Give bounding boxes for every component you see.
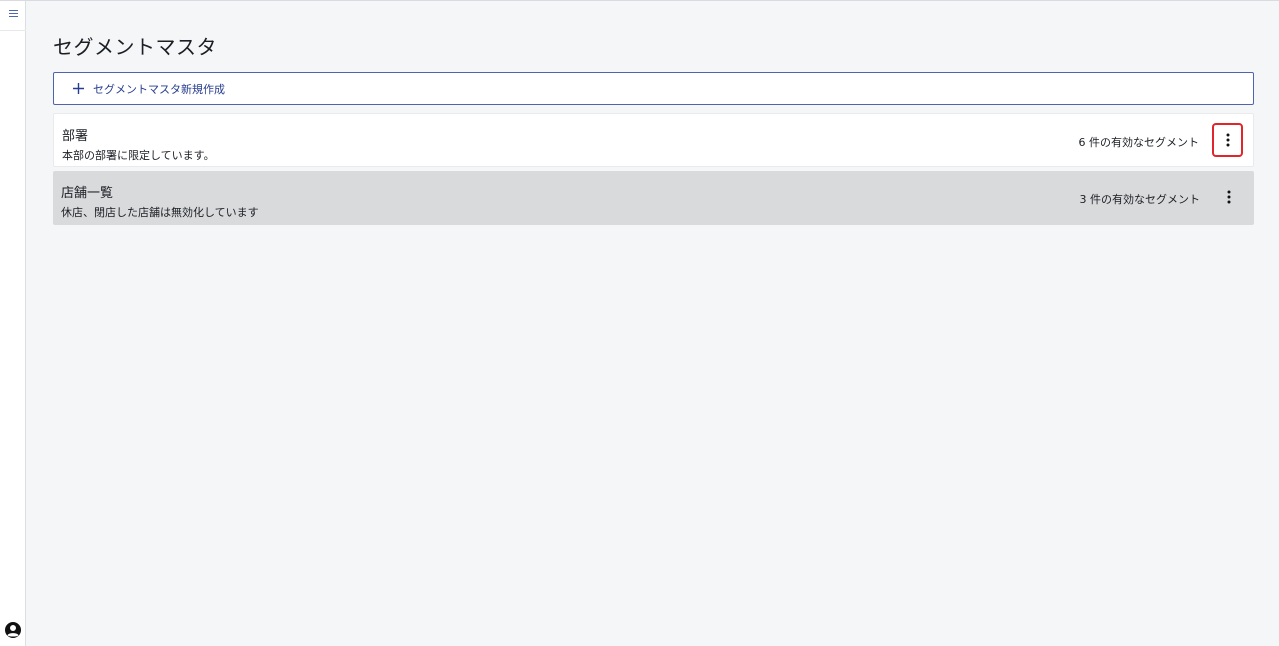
segment-master-description: 本部の部署に限定しています。 xyxy=(62,149,215,162)
more-vertical-icon xyxy=(1226,133,1229,147)
segment-master-name: 部署 xyxy=(62,129,89,144)
segment-master-row[interactable]: 店舗一覧 休店、閉店した店舗は無効化しています 3 件の有効なセグメント xyxy=(53,171,1254,225)
row-menu-button[interactable] xyxy=(1213,180,1244,214)
more-vertical-icon xyxy=(1227,190,1230,204)
user-account-icon xyxy=(5,622,21,638)
user-account-button[interactable] xyxy=(4,621,22,639)
segment-master-row[interactable]: 部署 本部の部署に限定しています。 6 件の有効なセグメント xyxy=(53,113,1254,167)
plus-icon xyxy=(73,83,84,94)
segment-master-list: 部署 本部の部署に限定しています。 6 件の有効なセグメント 店舗一覧 休店、閉… xyxy=(53,113,1254,229)
segment-master-name: 店舗一覧 xyxy=(61,186,114,201)
app-window: セグメントマスタ セグメントマスタ新規作成 部署 本部の部署に限定しています。 … xyxy=(0,0,1279,646)
create-button-label: セグメントマスタ新規作成 xyxy=(93,82,225,96)
active-segment-count: 3 件の有効なセグメント xyxy=(1079,193,1201,206)
left-rail xyxy=(0,1,26,646)
segment-master-description: 休店、閉店した店舗は無効化しています xyxy=(61,206,259,219)
page-title: セグメントマスタ xyxy=(53,35,217,59)
hamburger-menu-icon xyxy=(8,10,18,18)
create-segment-master-button[interactable]: セグメントマスタ新規作成 xyxy=(53,72,1254,105)
row-menu-button[interactable] xyxy=(1212,123,1243,157)
menu-toggle-button[interactable] xyxy=(0,1,26,31)
active-segment-count: 6 件の有効なセグメント xyxy=(1078,136,1200,149)
